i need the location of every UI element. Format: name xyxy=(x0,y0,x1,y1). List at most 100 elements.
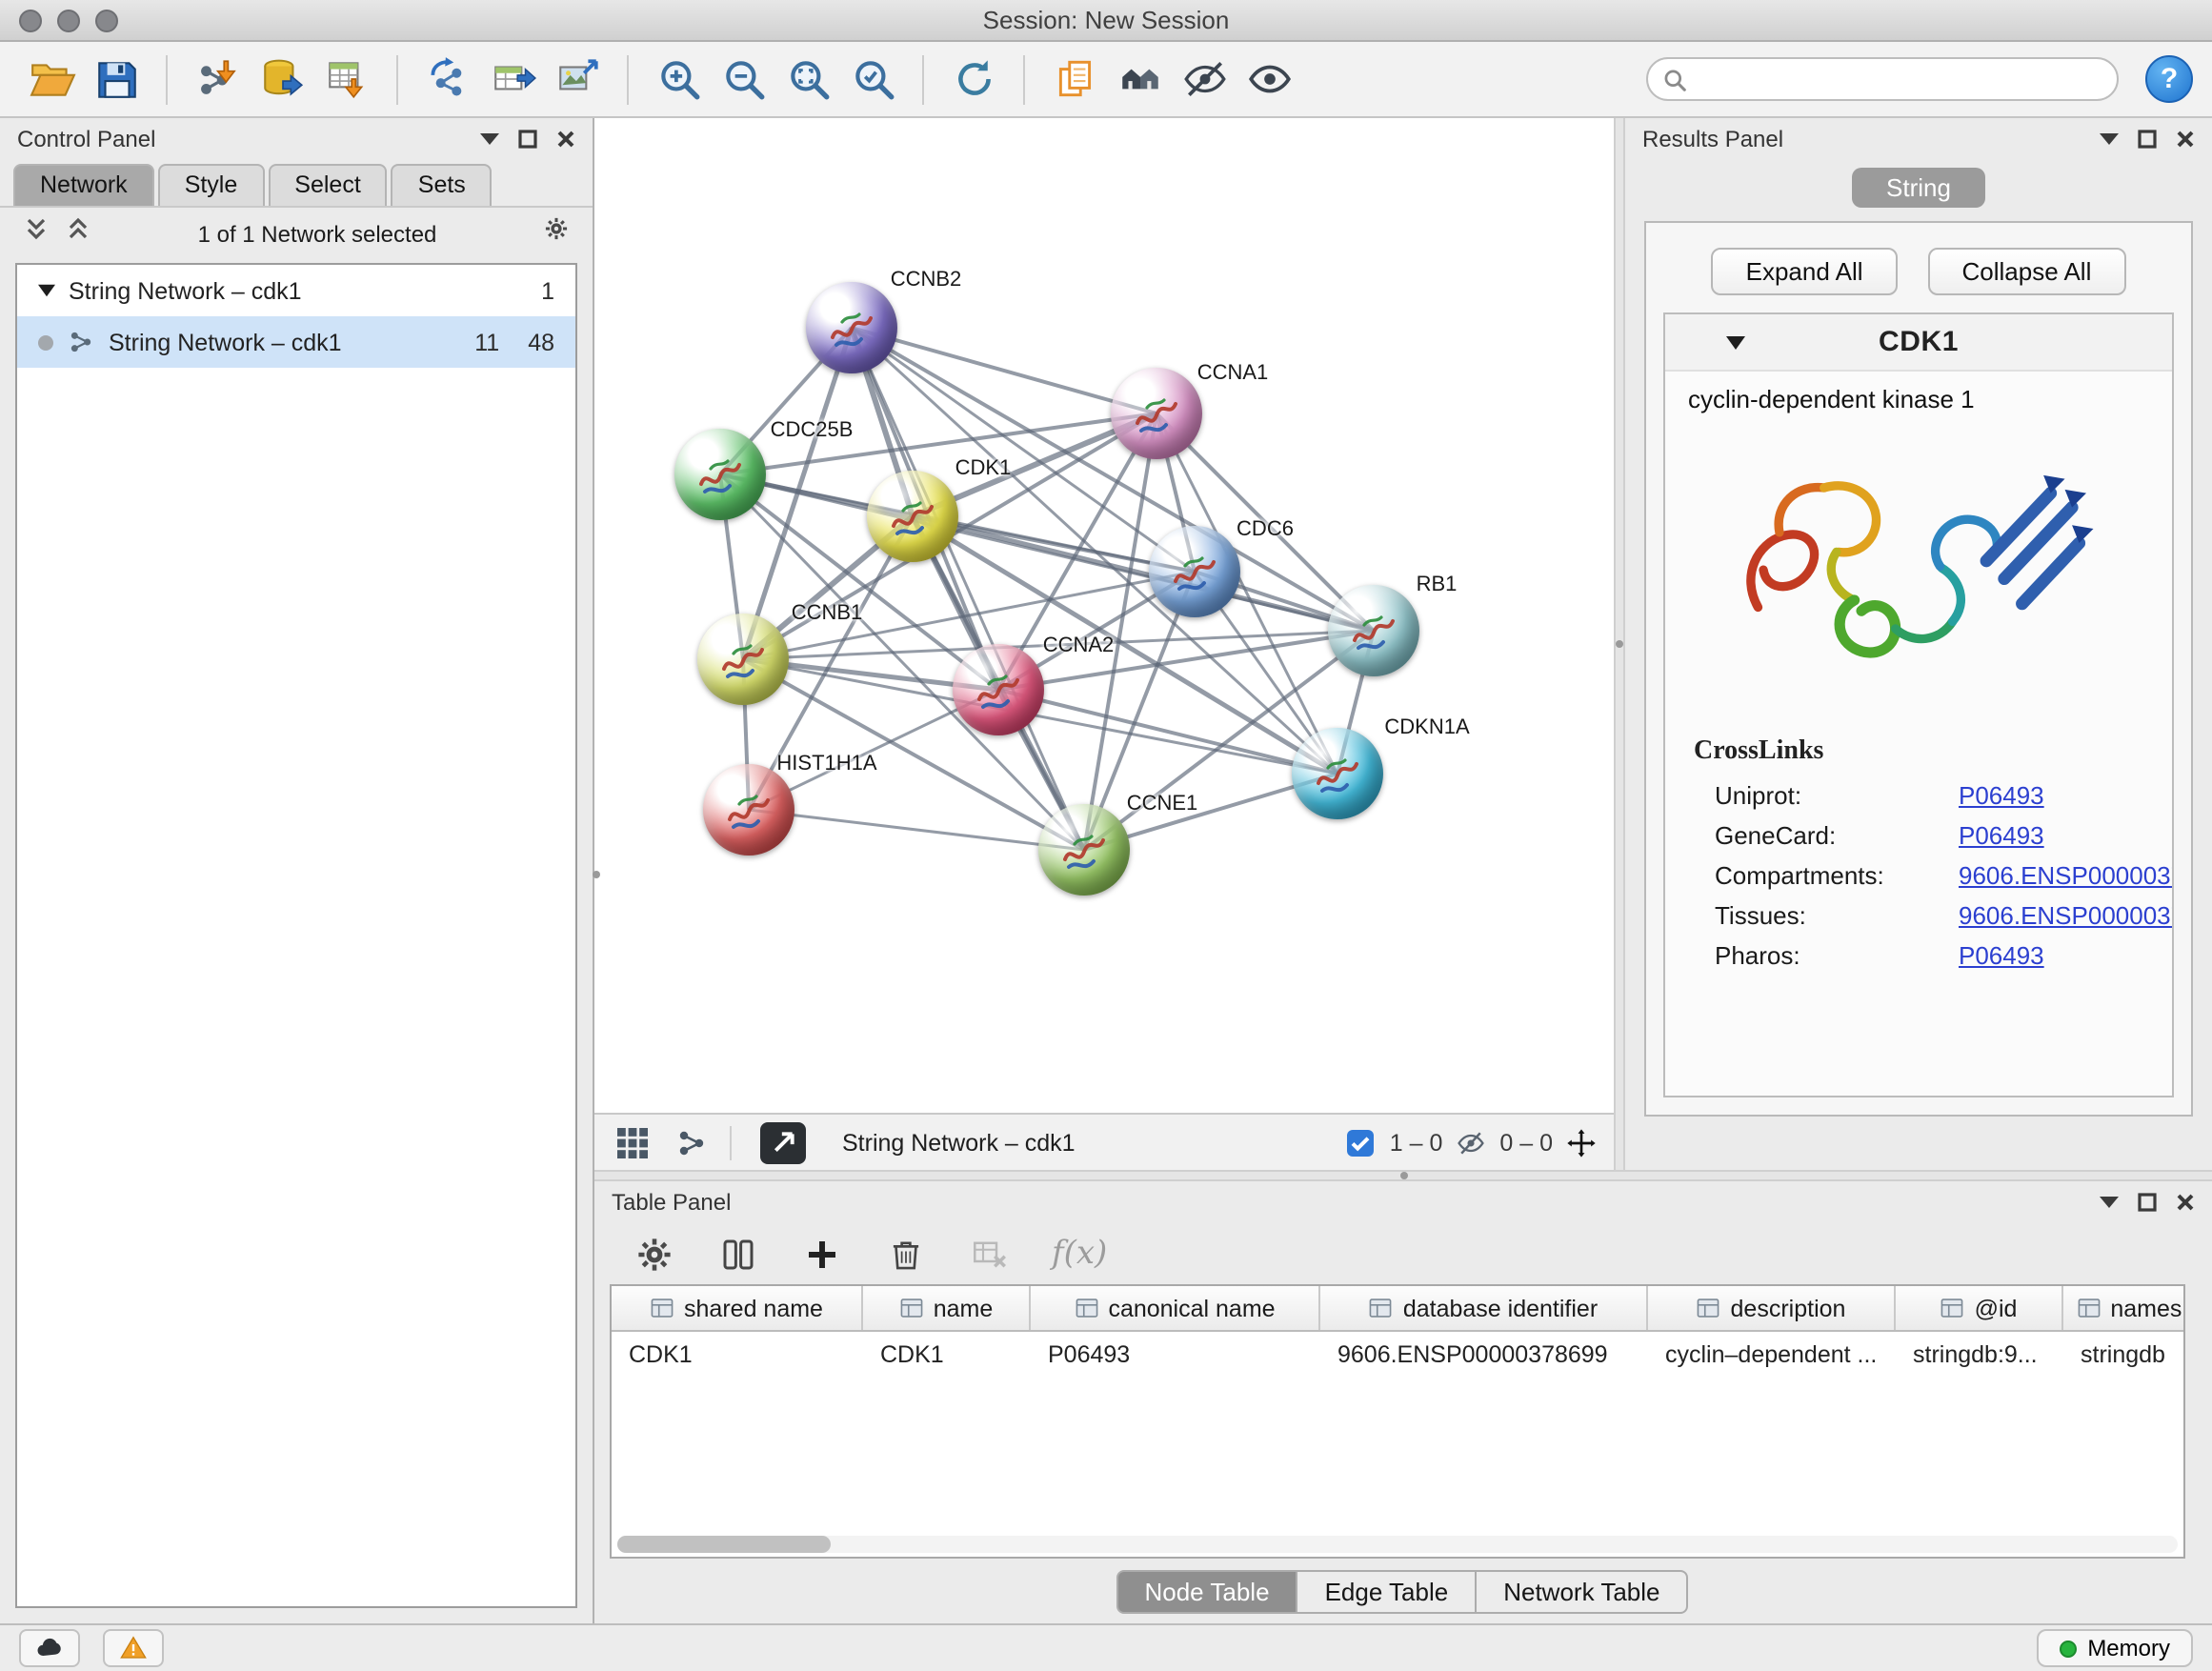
network-node-cdkn1a[interactable] xyxy=(1292,728,1383,819)
export-image-button[interactable] xyxy=(545,49,610,110)
expand-all-tree-button[interactable] xyxy=(65,215,91,252)
delete-column-button[interactable] xyxy=(884,1233,926,1275)
network-node-ccna1[interactable] xyxy=(1111,368,1202,459)
zoom-fit-button[interactable] xyxy=(775,49,840,110)
crosslink-link[interactable]: 9606.ENSP00000378699 xyxy=(1959,901,2174,930)
network-node-rb1[interactable] xyxy=(1328,585,1419,676)
tab-edge-table[interactable]: Edge Table xyxy=(1297,1569,1478,1613)
float-panel-button[interactable] xyxy=(2098,1192,2119,1213)
crosslink-link[interactable]: P06493 xyxy=(1959,781,2044,810)
table-cell[interactable]: CDK1 xyxy=(863,1340,1031,1367)
zoom-in-button[interactable] xyxy=(646,49,711,110)
expand-all-button[interactable]: Expand All xyxy=(1712,248,1898,295)
network-node-cdc25b[interactable] xyxy=(674,429,766,520)
tab-select[interactable]: Select xyxy=(268,164,388,206)
tab-string[interactable]: String xyxy=(1852,168,1985,208)
open-session-button[interactable] xyxy=(19,49,84,110)
column-header-name[interactable]: name xyxy=(863,1286,1031,1330)
column-header-namespac[interactable]: namespac xyxy=(2063,1286,2183,1330)
crosslink-link[interactable]: P06493 xyxy=(1959,821,2044,850)
help-button[interactable]: ? xyxy=(2145,55,2193,103)
tab-style[interactable]: Style xyxy=(158,164,265,206)
close-panel-button[interactable] xyxy=(554,129,575,150)
create-column-button[interactable] xyxy=(800,1233,842,1275)
cloud-status-button[interactable] xyxy=(19,1629,80,1667)
network-node-hist1h1a[interactable] xyxy=(703,764,794,856)
tab-sets[interactable]: Sets xyxy=(392,164,493,206)
maximize-panel-button[interactable] xyxy=(2136,1192,2157,1213)
float-panel-button[interactable] xyxy=(2098,129,2119,150)
show-glass-effect-button[interactable] xyxy=(1237,49,1301,110)
maximize-panel-button[interactable] xyxy=(2136,129,2157,150)
import-network-from-database-button[interactable] xyxy=(250,49,314,110)
network-node-ccnb1[interactable] xyxy=(697,614,789,705)
zoom-out-button[interactable] xyxy=(711,49,775,110)
delete-table-button[interactable] xyxy=(968,1233,1010,1275)
selected-checkbox-icon[interactable] xyxy=(1346,1127,1377,1158)
column-header--id[interactable]: @id xyxy=(1896,1286,2063,1330)
network-edge[interactable] xyxy=(852,328,1084,850)
clone-network-button[interactable] xyxy=(1042,49,1107,110)
tab-node-table[interactable]: Node Table xyxy=(1116,1569,1297,1613)
network-node-ccna2[interactable] xyxy=(953,644,1044,735)
warnings-button[interactable] xyxy=(103,1629,164,1667)
network-edge[interactable] xyxy=(749,810,1084,850)
import-table-from-file-button[interactable] xyxy=(314,49,379,110)
gene-section-header[interactable]: CDK1 xyxy=(1665,314,2172,372)
network-node-ccnb2[interactable] xyxy=(806,282,897,373)
string-home-button[interactable] xyxy=(1107,49,1172,110)
save-session-button[interactable] xyxy=(84,49,149,110)
close-panel-button[interactable] xyxy=(2174,1192,2195,1213)
horizontal-splitter[interactable] xyxy=(594,1170,2212,1181)
float-panel-button[interactable] xyxy=(478,129,499,150)
export-network-button[interactable] xyxy=(415,49,480,110)
collapse-all-button[interactable]: Collapse All xyxy=(1928,248,2126,295)
column-header-shared-name[interactable]: shared name xyxy=(612,1286,863,1330)
memory-button[interactable]: Memory xyxy=(2036,1629,2193,1667)
grid-view-button[interactable] xyxy=(612,1121,654,1163)
table-cell[interactable]: cyclin–dependent ... xyxy=(1648,1340,1896,1367)
refresh-view-button[interactable] xyxy=(941,49,1006,110)
table-row[interactable]: CDK1CDK1P064939606.ENSP00000378699cyclin… xyxy=(612,1332,2183,1376)
table-cell[interactable]: P06493 xyxy=(1031,1340,1320,1367)
table-cell[interactable]: CDK1 xyxy=(612,1340,863,1367)
scrollbar-thumb[interactable] xyxy=(617,1536,831,1553)
column-header-canonical-name[interactable]: canonical name xyxy=(1031,1286,1320,1330)
close-panel-button[interactable] xyxy=(2174,129,2195,150)
table-cell[interactable]: stringdb xyxy=(2063,1340,2183,1367)
tab-network[interactable]: Network xyxy=(13,164,154,206)
hidden-eye-slash-icon[interactable] xyxy=(1456,1127,1486,1158)
horizontal-scrollbar[interactable] xyxy=(617,1536,2178,1553)
column-header-database-identifier[interactable]: database identifier xyxy=(1320,1286,1648,1330)
share-network-button[interactable] xyxy=(671,1121,713,1163)
table-options-button[interactable] xyxy=(633,1233,674,1275)
crosslink-link[interactable]: P06493 xyxy=(1959,941,2044,970)
collapse-triangle-icon[interactable] xyxy=(1726,335,1745,351)
zoom-selected-button[interactable] xyxy=(840,49,905,110)
close-window-button[interactable] xyxy=(19,9,42,31)
vertical-splitter[interactable] xyxy=(1614,118,1625,1170)
network-collection-row[interactable]: String Network – cdk1 1 xyxy=(17,265,575,316)
maximize-window-button[interactable] xyxy=(95,9,118,31)
minimize-window-button[interactable] xyxy=(57,9,80,31)
maximize-panel-button[interactable] xyxy=(516,129,537,150)
column-header-description[interactable]: description xyxy=(1648,1286,1896,1330)
table-cell[interactable]: 9606.ENSP00000378699 xyxy=(1320,1340,1648,1367)
function-builder-button[interactable]: f(x) xyxy=(1052,1235,1107,1273)
network-node-ccne1[interactable] xyxy=(1038,804,1130,896)
search-input[interactable] xyxy=(1696,66,2101,92)
network-canvas[interactable]: CCNB2CCNA1CDC25BCDK1CDC6RB1CCNB1CCNA2CDK… xyxy=(594,118,1614,1113)
network-row[interactable]: String Network – cdk1 11 48 xyxy=(17,316,575,368)
show-columns-button[interactable] xyxy=(716,1233,758,1275)
import-network-from-file-button[interactable] xyxy=(185,49,250,110)
open-in-browser-button[interactable] xyxy=(760,1121,806,1163)
hide-glass-effect-button[interactable] xyxy=(1172,49,1237,110)
tab-network-table[interactable]: Network Table xyxy=(1475,1569,1688,1613)
network-node-cdc6[interactable] xyxy=(1149,526,1240,617)
collapse-triangle-icon[interactable] xyxy=(38,284,55,297)
export-table-button[interactable] xyxy=(480,49,545,110)
crosslink-link[interactable]: 9606.ENSP00000378699 xyxy=(1959,861,2174,890)
pan-crosshair-button[interactable] xyxy=(1566,1127,1597,1158)
network-options-button[interactable] xyxy=(543,215,570,252)
network-node-cdk1[interactable] xyxy=(867,471,958,562)
